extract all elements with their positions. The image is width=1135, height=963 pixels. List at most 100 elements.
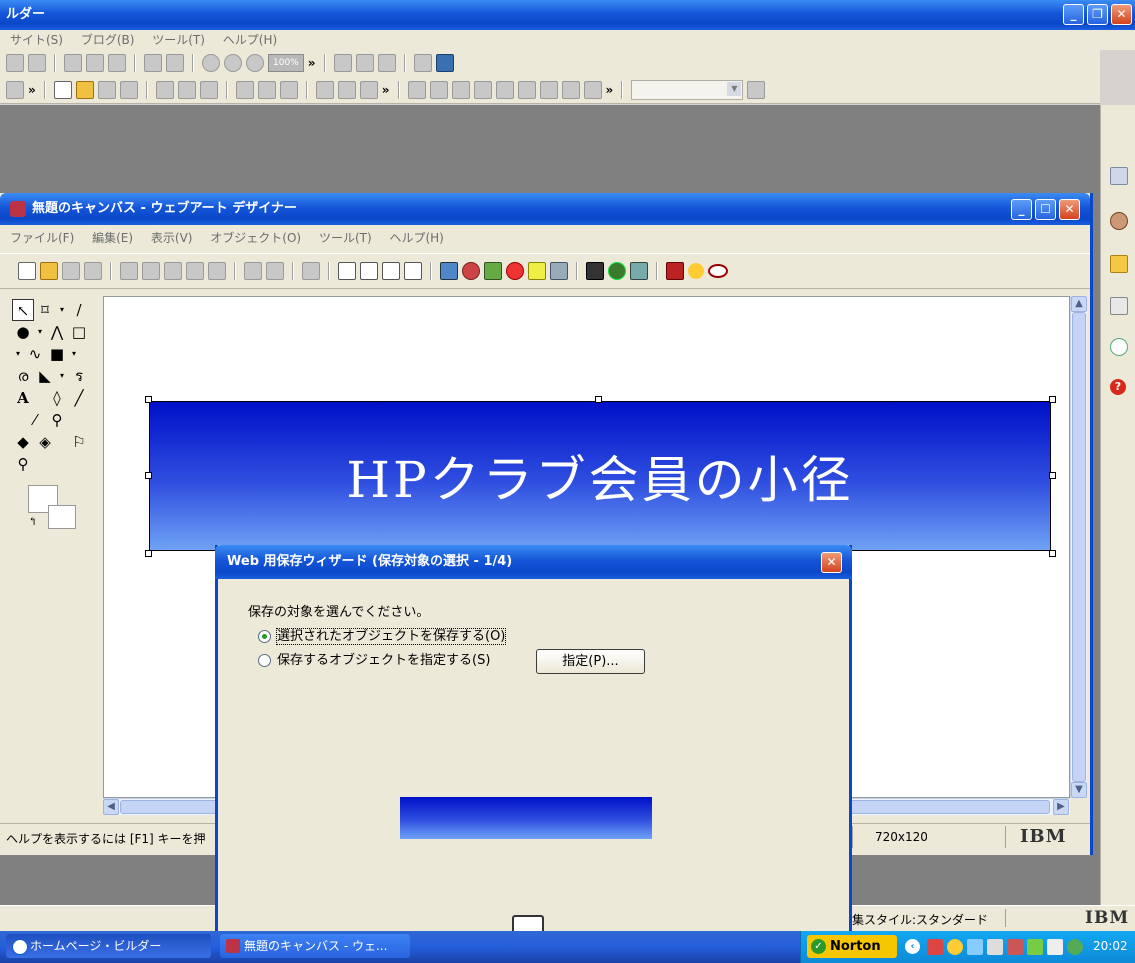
radio-selected-object[interactable] <box>258 630 271 643</box>
chevron-down-icon[interactable]: ▼ <box>727 81 742 96</box>
align-top-icon[interactable] <box>338 262 356 280</box>
sun-icon[interactable] <box>688 263 704 279</box>
material-icon[interactable] <box>1110 212 1128 230</box>
form-icon[interactable] <box>561 80 580 99</box>
copy-icon[interactable] <box>142 262 160 280</box>
zoom-in-icon[interactable] <box>202 54 220 72</box>
save-icon[interactable] <box>62 262 80 280</box>
select-arrow-icon[interactable]: ↖ <box>12 299 34 321</box>
align-middle-icon[interactable] <box>360 262 378 280</box>
new-file-icon[interactable] <box>18 262 36 280</box>
open-folder-icon[interactable] <box>75 80 94 99</box>
selection-handle[interactable] <box>1049 396 1056 403</box>
help-icon[interactable]: ? <box>1110 379 1126 395</box>
chevron-down-icon[interactable]: ▾ <box>56 299 68 321</box>
table-grid-icon[interactable] <box>407 80 426 99</box>
tray-display-icon[interactable] <box>1007 939 1023 955</box>
tray-sync-icon[interactable] <box>1067 939 1083 955</box>
selection-handle[interactable] <box>1049 550 1056 557</box>
tray-battery-icon[interactable] <box>1047 939 1063 955</box>
cut-icon[interactable] <box>155 80 174 99</box>
tray-shield-icon[interactable] <box>947 939 963 955</box>
layout-icon[interactable] <box>6 54 24 72</box>
split-cell-icon[interactable] <box>539 80 558 99</box>
swap-colors-icon[interactable]: ↰ <box>28 515 37 528</box>
stamp-icon[interactable]: ⚲ <box>46 409 68 431</box>
clipart-icon[interactable] <box>462 262 480 280</box>
scroll-down-button[interactable]: ▼ <box>1071 782 1087 798</box>
list-icon[interactable] <box>6 80 24 99</box>
menu-tool[interactable]: ツール(T) <box>319 227 372 249</box>
undo-icon[interactable] <box>257 80 276 99</box>
object-select-icon[interactable]: ⌑ <box>34 299 56 321</box>
capture-icon[interactable] <box>550 262 568 280</box>
menu-file[interactable]: ファイル(F) <box>10 227 74 249</box>
outer-restore-button[interactable]: ❐ <box>1087 4 1108 25</box>
style-apply-icon[interactable] <box>747 80 766 99</box>
split-icon[interactable] <box>377 54 396 72</box>
field-icon[interactable] <box>583 80 602 99</box>
folder-icon[interactable] <box>1110 255 1128 273</box>
menu-help[interactable]: ヘルプ(H) <box>223 30 277 50</box>
outer-close-button[interactable]: ✕ <box>1111 4 1132 25</box>
brush-icon[interactable]: ⁄ <box>24 409 46 431</box>
polygon-icon[interactable]: ◣ <box>34 365 56 387</box>
table-insert-icon[interactable] <box>429 80 448 99</box>
style-select[interactable]: ▼ <box>631 79 744 100</box>
undo-icon[interactable] <box>244 262 262 280</box>
edit-icon[interactable] <box>144 54 162 72</box>
scroll-thumb[interactable] <box>1072 312 1086 782</box>
banner-image[interactable]: HPクラブ会員の小径 <box>149 401 1051 551</box>
browser-icon[interactable] <box>413 54 432 72</box>
polyline-icon[interactable]: ⋀ <box>46 321 68 343</box>
cell-icon[interactable] <box>495 80 514 99</box>
table-col-icon[interactable] <box>473 80 492 99</box>
align-bottom-icon[interactable] <box>382 262 400 280</box>
magnifier-icon[interactable]: ⚲ <box>12 453 34 475</box>
photo-icon[interactable] <box>440 262 458 280</box>
page-icon[interactable] <box>1110 167 1128 185</box>
tray-volume-icon[interactable] <box>987 939 1003 955</box>
save-as-icon[interactable] <box>84 262 102 280</box>
zoom-out-icon[interactable] <box>224 54 242 72</box>
dialog-close-button[interactable]: ✕ <box>821 552 842 573</box>
menu-blog[interactable]: ブログ(B) <box>81 30 135 50</box>
palette-icon[interactable] <box>666 262 684 280</box>
eraser-icon[interactable] <box>186 262 204 280</box>
canvas-minimize-button[interactable]: _ <box>1011 199 1032 220</box>
save-icon[interactable] <box>97 80 116 99</box>
chevron-more-icon[interactable]: » <box>308 56 316 70</box>
eyedropper-icon[interactable]: ⚐ <box>68 431 90 453</box>
frame-icon[interactable] <box>528 262 546 280</box>
eye-icon[interactable] <box>708 264 728 278</box>
image-icon[interactable] <box>108 54 126 72</box>
canvas-close-button[interactable]: ✕ <box>1059 199 1080 220</box>
effects-icon[interactable] <box>484 262 502 280</box>
copy-icon[interactable] <box>177 80 196 99</box>
open-folder-icon[interactable] <box>40 262 58 280</box>
redo-icon[interactable] <box>266 262 284 280</box>
selection-handle[interactable] <box>145 550 152 557</box>
line-icon[interactable]: / <box>68 299 90 321</box>
link-icon[interactable] <box>64 54 82 72</box>
chevron-more-icon[interactable]: » <box>606 83 614 97</box>
color-swatch[interactable]: ↰ <box>28 485 76 529</box>
tree-icon[interactable] <box>608 262 626 280</box>
vertical-scrollbar[interactable]: ▲ ▼ <box>1070 296 1087 798</box>
preview-icon[interactable] <box>333 54 352 72</box>
menu-edit[interactable]: 編集(E) <box>92 227 133 249</box>
selection-handle[interactable] <box>595 396 602 403</box>
rectangle-icon[interactable]: □ <box>68 321 90 343</box>
scroll-right-button[interactable]: ▶ <box>1053 799 1069 815</box>
grid-icon[interactable] <box>208 262 226 280</box>
bezier-icon[interactable]: ര <box>12 365 34 387</box>
frame-icon[interactable] <box>28 54 46 72</box>
zoom-select[interactable]: 100% <box>268 54 304 72</box>
dialog-title-bar[interactable]: Web 用保存ウィザード (保存対象の選択 - 1/4) ✕ <box>215 545 852 579</box>
rounded-rect-icon[interactable]: ■ <box>46 343 68 365</box>
scroll-left-button[interactable]: ◀ <box>103 799 119 815</box>
check-icon[interactable] <box>235 80 254 99</box>
chevron-down-icon[interactable]: ▾ <box>56 365 68 387</box>
tray-expand-icon[interactable]: ‹ <box>905 939 920 954</box>
cut-icon[interactable] <box>120 262 138 280</box>
